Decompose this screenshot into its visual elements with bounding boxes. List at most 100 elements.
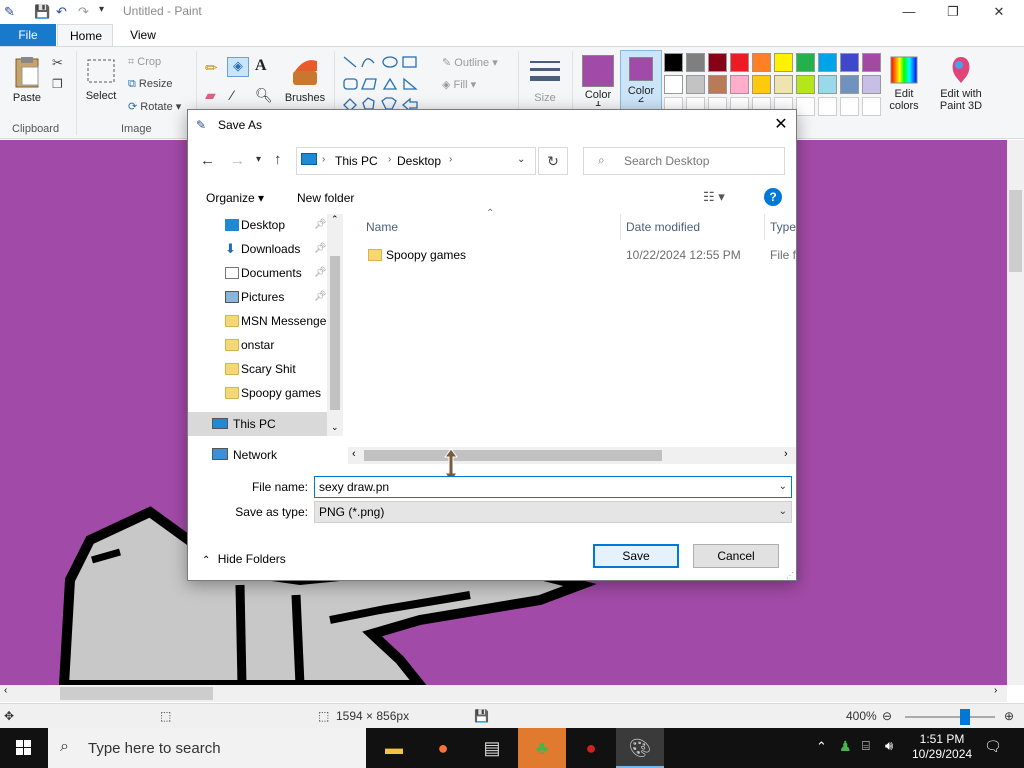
breadcrumb-desktop[interactable]: Desktop (397, 154, 441, 168)
chevron-down-icon[interactable]: ⌄ (779, 477, 787, 497)
palette-swatch[interactable] (796, 53, 815, 72)
notifications-icon[interactable]: 🗨︎ (984, 738, 1002, 755)
help-icon[interactable]: ? (764, 188, 782, 206)
palette-swatch[interactable] (752, 53, 771, 72)
maximize-button[interactable]: ❐ (930, 0, 976, 24)
resize-button[interactable]: ⧉ Resize (128, 78, 173, 91)
column-header-type[interactable]: Type (770, 220, 796, 238)
tab-view[interactable]: View (118, 24, 168, 46)
start-button[interactable] (0, 728, 48, 768)
taskbar-search[interactable]: ⌕ Type here to search (48, 728, 366, 768)
palette-swatch[interactable] (708, 53, 727, 72)
back-arrow-icon[interactable]: ← (200, 152, 215, 169)
app-window-icon[interactable]: ▤ (468, 728, 516, 768)
palette-swatch[interactable] (818, 53, 837, 72)
nav-pane-scrollbar[interactable]: ⌃ ⌄ (327, 214, 343, 436)
nav-item-pictures[interactable]: Pictures 📌︎ (225, 286, 327, 308)
palette-swatch[interactable] (774, 75, 793, 94)
file-list-horizontal-scrollbar[interactable]: ‹ › (348, 447, 796, 464)
select-button[interactable]: Select (84, 55, 118, 102)
cancel-button[interactable]: Cancel (693, 544, 779, 568)
new-folder-button[interactable]: New folder (297, 191, 354, 205)
view-options-icon[interactable]: ☷ ▾ (703, 189, 725, 205)
fill-button[interactable]: ◈ Fill ▾ (442, 78, 476, 91)
palette-swatch[interactable] (796, 97, 815, 116)
zoom-in-icon[interactable]: ⊕ (1004, 709, 1014, 723)
edit-colors-button[interactable]: Edit colors (884, 55, 924, 112)
crop-button[interactable]: ⌗ Crop (128, 56, 161, 69)
pencil-icon[interactable]: ✏ (205, 59, 218, 77)
column-header-name[interactable]: Name (366, 220, 398, 238)
forward-arrow-icon[interactable]: → (230, 152, 245, 169)
dialog-search-input[interactable]: ⌕ Search Desktop (583, 147, 785, 175)
color2-button[interactable]: Color 2 (620, 50, 662, 110)
hide-folders-button[interactable]: ⌃ Hide Folders (202, 552, 286, 566)
eraser-icon[interactable]: ▰ (205, 87, 216, 104)
angry-birds-icon[interactable]: ● (567, 728, 615, 768)
color-picker-icon[interactable]: ⁄ (231, 87, 233, 103)
palette-swatch[interactable] (840, 53, 859, 72)
messenger-tray-icon[interactable]: ♟ (839, 738, 852, 755)
palette-swatch[interactable] (862, 97, 881, 116)
nav-item-spoopy-games[interactable]: Spoopy games (225, 382, 321, 404)
scroll-left-icon[interactable]: ‹ (4, 685, 7, 696)
show-hidden-icons-icon[interactable]: ⌃ (816, 739, 827, 755)
up-arrow-icon[interactable]: ↑ (274, 151, 282, 168)
organize-button[interactable]: Organize ▾ (206, 191, 264, 205)
palette-swatch[interactable] (818, 97, 837, 116)
network-tray-icon[interactable]: ⌸ (862, 738, 870, 754)
zoom-slider-thumb[interactable] (960, 709, 970, 725)
scroll-right-icon[interactable]: › (994, 685, 997, 696)
palette-swatch[interactable] (796, 75, 815, 94)
palette-swatch[interactable] (686, 53, 705, 72)
color1-button[interactable]: Color 1 (578, 55, 618, 107)
paint-taskbar-icon[interactable]: 🎨︎ (616, 728, 664, 768)
palette-swatch[interactable] (730, 75, 749, 94)
palette-swatch[interactable] (862, 75, 881, 94)
nav-pane-scroll-thumb[interactable] (330, 256, 340, 410)
vertical-scroll-thumb[interactable] (1009, 190, 1022, 272)
shapes-gallery[interactable] (340, 53, 435, 115)
chevron-down-icon[interactable]: ⌄ (517, 154, 525, 165)
tab-file[interactable]: File (0, 24, 56, 46)
palette-swatch[interactable] (686, 75, 705, 94)
palette-swatch[interactable] (664, 53, 683, 72)
firefox-icon[interactable]: ● (419, 728, 467, 768)
column-separator[interactable] (620, 214, 621, 240)
minimize-button[interactable]: — (886, 0, 932, 24)
save-as-type-select[interactable]: PNG (*.png) ⌄ (314, 501, 792, 523)
palette-swatch[interactable] (752, 75, 771, 94)
horizontal-scroll-thumb[interactable] (60, 687, 213, 700)
outline-button[interactable]: ✎ Outline ▾ (442, 56, 498, 69)
customize-quick-access-icon[interactable]: ▾ (99, 4, 104, 20)
rotate-button[interactable]: ⟳ Rotate ▾ (128, 100, 181, 113)
breadcrumb-this-pc[interactable]: This PC (335, 154, 378, 168)
dialog-close-button[interactable]: ✕ (766, 110, 796, 140)
volume-icon[interactable]: 🔊︎ (885, 738, 893, 754)
nav-item-downloads[interactable]: ⬇ Downloads 📌︎ (225, 238, 327, 260)
file-explorer-icon[interactable]: ▬ (370, 728, 418, 768)
file-name-input[interactable]: sexy draw.pn ⌄ (314, 476, 792, 498)
fill-bucket-icon[interactable]: ◈ (227, 57, 249, 77)
palette-swatch[interactable] (840, 75, 859, 94)
edit-with-paint3d-button[interactable]: Edit with Paint 3D (934, 55, 988, 112)
recent-locations-icon[interactable]: ▾ (256, 154, 261, 165)
cut-icon[interactable]: ✂ (52, 55, 63, 71)
column-separator[interactable] (764, 214, 765, 240)
file-list-scroll-thumb[interactable] (364, 450, 662, 461)
palette-swatch[interactable] (862, 53, 881, 72)
zoom-out-icon[interactable]: ⊖ (882, 709, 892, 723)
game-app-icon[interactable]: ♣ (518, 728, 566, 768)
scroll-up-icon[interactable]: ⌃ (331, 214, 339, 225)
file-row[interactable]: Spoopy games 10/22/2024 12:55 PM File fo (348, 244, 796, 266)
size-button[interactable]: Size (526, 55, 564, 104)
nav-item-desktop[interactable]: Desktop 📌︎ (225, 214, 327, 236)
clock[interactable]: 1:51 PM 10/29/2024 (912, 732, 972, 762)
zoom-slider[interactable] (905, 716, 995, 718)
nav-item-scary-shit[interactable]: Scary Shit (225, 358, 296, 380)
nav-item-onstar[interactable]: onstar (225, 334, 274, 356)
save-icon[interactable]: 💾 (34, 4, 50, 20)
resize-grip-icon[interactable]: ⋰ (786, 571, 794, 580)
undo-icon[interactable]: ↶ (56, 4, 67, 20)
text-tool-icon[interactable]: A (255, 57, 267, 75)
